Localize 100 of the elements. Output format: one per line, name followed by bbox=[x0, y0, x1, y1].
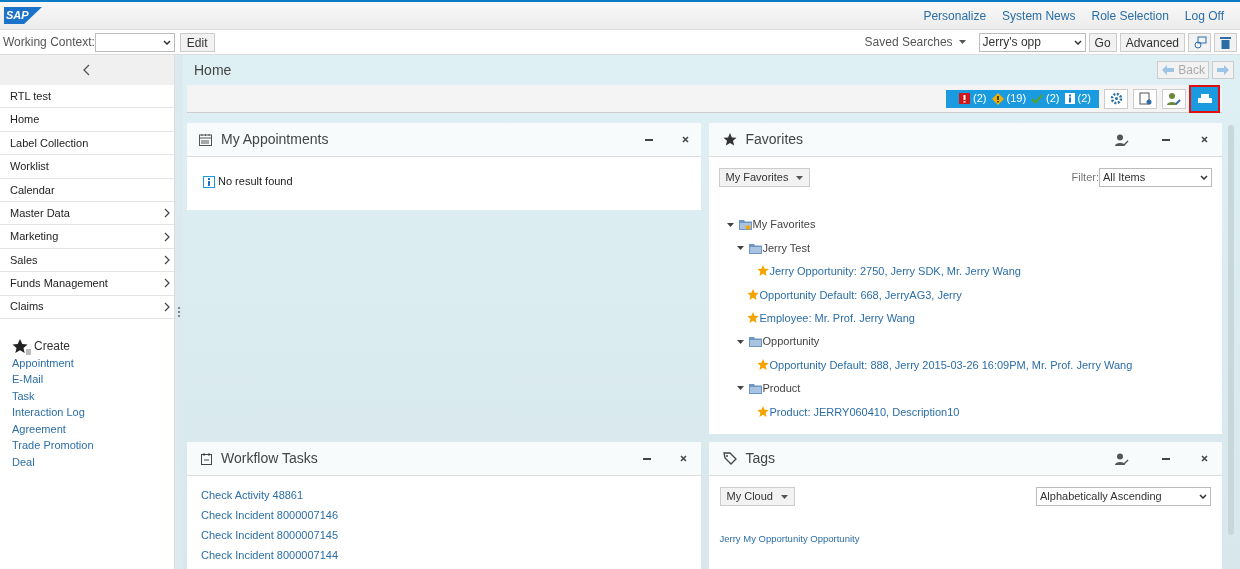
splitter-handle-icon[interactable] bbox=[178, 306, 180, 318]
create-link[interactable]: Appointment bbox=[12, 354, 74, 372]
message-count: (2) bbox=[973, 91, 987, 107]
collapse-icon[interactable] bbox=[83, 64, 91, 76]
workflow-item-link[interactable]: Check Activity 48861 bbox=[201, 488, 304, 502]
working-context-label: Working Context: bbox=[2, 34, 95, 51]
minimize-icon[interactable] bbox=[644, 138, 653, 141]
header-link[interactable]: Role Selection bbox=[1091, 6, 1169, 25]
task-icon bbox=[201, 452, 212, 465]
chevron-right-icon bbox=[164, 231, 170, 242]
favorite-link[interactable]: Opportunity Default: 888, Jerry 2015-03-26 16:09PM, Mr. Prof. Jerry Wang bbox=[769, 356, 1133, 374]
create-link[interactable]: Interaction Log bbox=[12, 404, 85, 421]
card-title: Tags bbox=[745, 449, 776, 468]
caret-icon bbox=[780, 494, 788, 499]
trash-icon bbox=[1220, 35, 1231, 49]
sidebar-item[interactable]: Worklist bbox=[0, 155, 174, 179]
print-button[interactable] bbox=[1191, 86, 1218, 111]
close-icon[interactable] bbox=[681, 136, 689, 143]
folder-label[interactable]: Product bbox=[762, 380, 801, 397]
chevron-right-icon bbox=[164, 278, 170, 289]
error-icon bbox=[959, 93, 971, 104]
sort-dropdown[interactable]: Alphabetically Ascending bbox=[1036, 487, 1211, 506]
caret-down-icon[interactable] bbox=[736, 245, 745, 252]
close-icon[interactable] bbox=[679, 455, 687, 462]
star-icon bbox=[746, 288, 759, 301]
star-icon bbox=[746, 312, 759, 325]
check-icon bbox=[1031, 93, 1044, 104]
sidebar-item[interactable]: Label Collection bbox=[0, 131, 174, 156]
search-settings-button[interactable] bbox=[1188, 32, 1211, 52]
sidebar-item[interactable]: RTL test bbox=[0, 85, 174, 109]
workflow-item-link[interactable]: Check Incident 8000007145 bbox=[201, 528, 338, 542]
tag-link[interactable]: Jerry My Opportunity Opportunity bbox=[719, 533, 860, 544]
star-icon bbox=[722, 133, 737, 146]
workflow-item-link[interactable]: Check Incident 8000007146 bbox=[201, 508, 338, 522]
warning-icon bbox=[991, 92, 1004, 105]
favorites-menu-button[interactable]: My Favorites bbox=[718, 168, 811, 187]
workflow-item-link[interactable]: Check Incident 8000007144 bbox=[201, 548, 338, 562]
windows-icon bbox=[1192, 35, 1207, 49]
star-list-icon bbox=[12, 338, 32, 355]
saved-searches-menu[interactable]: Saved Searches bbox=[864, 33, 966, 51]
caret-down-icon[interactable] bbox=[726, 221, 735, 228]
go-button[interactable]: Go bbox=[1088, 32, 1117, 52]
delete-button[interactable] bbox=[1214, 32, 1237, 52]
info-icon bbox=[203, 175, 215, 188]
favorite-link[interactable]: Product: JERRY060410, Description10 bbox=[769, 403, 960, 421]
star-icon bbox=[756, 359, 769, 372]
user-tools-button[interactable] bbox=[1162, 88, 1186, 109]
caret-down-icon[interactable] bbox=[736, 338, 745, 345]
filter-dropdown[interactable]: All Items bbox=[1099, 168, 1212, 187]
close-icon[interactable] bbox=[1201, 136, 1208, 143]
folder-label[interactable]: Jerry Test bbox=[762, 239, 810, 257]
favorite-link[interactable]: Jerry Opportunity: 2750, Jerry SDK, Mr. Jerry Wang bbox=[769, 263, 1021, 280]
create-link[interactable]: Trade Promotion bbox=[12, 437, 94, 454]
chevron-down-icon bbox=[1200, 175, 1208, 180]
sidebar-item[interactable]: Home bbox=[0, 108, 174, 132]
favorite-link[interactable]: Employee: Mr. Prof. Jerry Wang bbox=[759, 310, 915, 327]
card-title: Workflow Tasks bbox=[221, 449, 318, 468]
settings-icon bbox=[1109, 92, 1123, 105]
settings-button[interactable] bbox=[1104, 88, 1128, 109]
page-gear-icon bbox=[1138, 92, 1152, 105]
card-title: My Appointments bbox=[221, 130, 329, 149]
create-link[interactable]: Agreement bbox=[12, 420, 66, 438]
create-link[interactable]: E-Mail bbox=[12, 371, 44, 388]
chevron-right-icon bbox=[164, 208, 170, 219]
folder-icon bbox=[748, 336, 762, 348]
sidebar-item[interactable]: Claims bbox=[0, 295, 174, 319]
cloud-menu-button[interactable]: My Cloud bbox=[719, 487, 795, 506]
chevron-down-icon bbox=[162, 39, 171, 45]
create-link[interactable]: Deal bbox=[12, 453, 35, 471]
star-folder-icon bbox=[738, 219, 752, 231]
header-link[interactable]: Personalize bbox=[923, 6, 987, 25]
sidebar-item[interactable]: Marketing bbox=[0, 225, 174, 249]
user-tools-icon[interactable] bbox=[1115, 133, 1129, 146]
favorite-link[interactable]: Opportunity Default: 668, JerryAG3, Jerry bbox=[759, 286, 962, 304]
minimize-icon[interactable] bbox=[1162, 138, 1170, 141]
advanced-button[interactable]: Advanced bbox=[1119, 32, 1185, 52]
sidebar-item[interactable]: Sales bbox=[0, 248, 174, 273]
header-link[interactable]: Log Off bbox=[1184, 6, 1224, 25]
minimize-icon[interactable] bbox=[642, 457, 651, 460]
page-settings-button[interactable] bbox=[1133, 88, 1157, 109]
edit-button[interactable]: Edit bbox=[179, 32, 215, 52]
user-tools-icon[interactable] bbox=[1115, 452, 1129, 465]
sidebar-item[interactable]: Funds Management bbox=[0, 272, 174, 296]
create-link[interactable]: Task bbox=[12, 387, 35, 405]
caret-down-icon[interactable] bbox=[736, 385, 745, 392]
header-link[interactable]: System News bbox=[1002, 6, 1076, 25]
chevron-down-icon bbox=[1073, 39, 1082, 45]
sidebar-item[interactable]: Calendar bbox=[0, 178, 174, 202]
folder-label[interactable]: My Favorites bbox=[752, 216, 816, 233]
star-icon bbox=[756, 405, 769, 418]
forward-arrow-icon bbox=[1216, 65, 1230, 75]
sidebar-item[interactable]: Master Data bbox=[0, 201, 174, 226]
message-count: (19) bbox=[1006, 91, 1027, 107]
saved-search-dropdown[interactable]: Jerry's opp bbox=[978, 32, 1086, 52]
caret-icon bbox=[796, 175, 804, 180]
chevron-down-icon bbox=[1199, 494, 1207, 499]
tag-icon bbox=[722, 452, 737, 465]
folder-label[interactable]: Opportunity bbox=[762, 333, 820, 350]
close-icon[interactable] bbox=[1201, 455, 1208, 462]
minimize-icon[interactable] bbox=[1162, 457, 1170, 460]
